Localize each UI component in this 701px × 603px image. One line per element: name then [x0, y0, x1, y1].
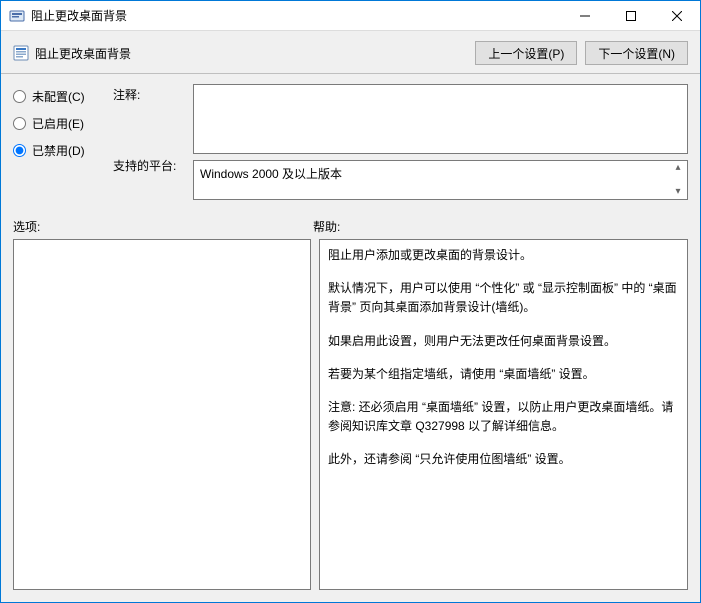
help-paragraph: 若要为某个组指定墙纸，请使用 “桌面墙纸” 设置。 — [328, 365, 679, 384]
radio-disabled-label: 已禁用(D) — [32, 142, 85, 159]
field-values: Windows 2000 及以上版本 ▴ ▾ — [193, 84, 688, 200]
help-panel[interactable]: 阻止用户添加或更改桌面的背景设计。 默认情况下，用户可以使用 “个性化” 或 “… — [319, 239, 688, 590]
help-paragraph: 阻止用户添加或更改桌面的背景设计。 — [328, 246, 679, 265]
previous-setting-button[interactable]: 上一个设置(P) — [475, 41, 577, 65]
config-area: 未配置(C) 已启用(E) 已禁用(D) 注释: 支持的平台: Windows … — [1, 74, 700, 206]
help-paragraph: 默认情况下，用户可以使用 “个性化” 或 “显示控制面板” 中的 “桌面背景” … — [328, 279, 679, 317]
comment-label: 注释: — [113, 86, 183, 103]
scroll-down-icon: ▾ — [671, 187, 685, 197]
policy-name: 阻止更改桌面背景 — [35, 45, 131, 62]
minimize-button[interactable] — [562, 1, 608, 31]
radio-disabled[interactable]: 已禁用(D) — [13, 142, 103, 159]
radio-disabled-input[interactable] — [13, 144, 26, 157]
policy-header: 阻止更改桌面背景 上一个设置(P) 下一个设置(N) — [1, 31, 700, 74]
scroll-up-icon: ▴ — [671, 163, 685, 173]
radio-enabled-input[interactable] — [13, 117, 26, 130]
help-label: 帮助: — [313, 218, 688, 235]
radio-not-configured[interactable]: 未配置(C) — [13, 88, 103, 105]
next-setting-button[interactable]: 下一个设置(N) — [585, 41, 688, 65]
radio-enabled-label: 已启用(E) — [32, 115, 84, 132]
help-paragraph: 如果启用此设置，则用户无法更改任何桌面背景设置。 — [328, 332, 679, 351]
section-labels: 选项: 帮助: — [1, 206, 700, 239]
gpedit-policy-window: 阻止更改桌面背景 阻止更改桌面背景 上一个设置(P) 下一个设置(N) — [0, 0, 701, 603]
window-title: 阻止更改桌面背景 — [31, 7, 127, 24]
options-label: 选项: — [13, 218, 313, 235]
radio-not-configured-input[interactable] — [13, 90, 26, 103]
close-button[interactable] — [654, 1, 700, 31]
supported-platforms-text: Windows 2000 及以上版本 — [200, 167, 342, 181]
supported-label: 支持的平台: — [113, 157, 183, 174]
state-radio-group: 未配置(C) 已启用(E) 已禁用(D) — [13, 84, 103, 200]
app-icon — [9, 8, 25, 24]
field-labels: 注释: 支持的平台: — [113, 84, 183, 200]
options-panel[interactable] — [13, 239, 311, 590]
help-paragraph: 此外，还请参阅 “只允许使用位图墙纸” 设置。 — [328, 450, 679, 469]
maximize-button[interactable] — [608, 1, 654, 31]
policy-icon — [13, 45, 29, 61]
supported-platforms-box: Windows 2000 及以上版本 ▴ ▾ — [193, 160, 688, 200]
comment-textarea[interactable] — [193, 84, 688, 154]
radio-not-configured-label: 未配置(C) — [32, 88, 85, 105]
radio-enabled[interactable]: 已启用(E) — [13, 115, 103, 132]
help-paragraph: 注意: 还必须启用 “桌面墙纸” 设置，以防止用户更改桌面墙纸。请参阅知识库文章… — [328, 398, 679, 436]
panels: 阻止用户添加或更改桌面的背景设计。 默认情况下，用户可以使用 “个性化” 或 “… — [1, 239, 700, 602]
titlebar: 阻止更改桌面背景 — [1, 1, 700, 31]
